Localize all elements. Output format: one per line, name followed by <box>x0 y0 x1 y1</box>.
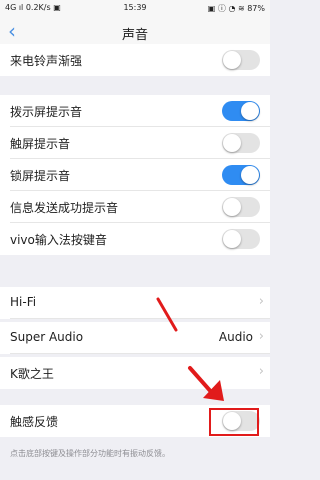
annotation-arrow-icon <box>156 297 224 401</box>
